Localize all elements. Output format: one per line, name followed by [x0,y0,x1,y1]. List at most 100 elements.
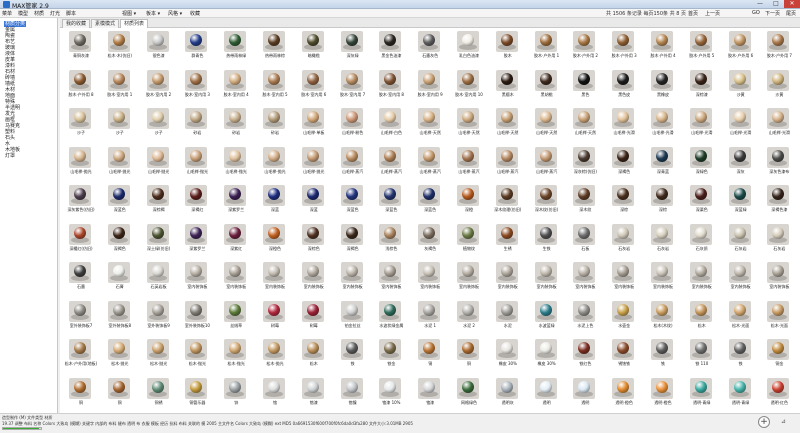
material-item[interactable]: 山毛榉·天然 [566,107,604,136]
material-item[interactable]: 群青色 [178,30,216,59]
material-item[interactable]: 深褐色 [605,146,643,175]
material-item[interactable]: 石英岩板 [140,261,178,290]
material-item[interactable]: 室内装饰板 [450,261,488,290]
material-item[interactable]: 室外装饰板10 [178,300,216,329]
material-item[interactable]: 水波状绿金属 [372,300,410,329]
material-item[interactable]: 室内装饰板 [605,261,643,290]
material-item[interactable]: 透明·橙色 [605,377,643,406]
material-item[interactable]: 山毛榉·天然 [411,107,449,136]
material-item[interactable]: 石灰岩 [722,223,760,252]
material-item[interactable]: 沙子 [101,107,139,136]
material-item[interactable]: 沙黄 [760,69,798,98]
material-item[interactable]: 室外装饰板7 [62,300,100,329]
resize-grip-icon[interactable]: ⊿ [781,418,789,426]
material-item[interactable]: 胶木·户外用 5 [683,30,721,59]
material-item[interactable]: 透明灰 [489,377,527,406]
material-item[interactable]: 水波蓝绿 [528,300,566,329]
material-item[interactable]: 植物纹 [450,223,488,252]
material-item[interactable]: 松木 [683,300,721,329]
go-button[interactable]: GO [752,10,760,16]
material-item[interactable]: 深蓝色 [101,184,139,213]
material-item[interactable]: 胶木·室内用 7 [334,69,372,98]
material-item[interactable]: 山毛榉·光滑 [722,107,760,136]
material-item[interactable]: 沙子 [140,107,178,136]
material-item[interactable]: 铬漆 10% [372,377,410,406]
material-item[interactable]: 山毛榉·白色 [372,107,410,136]
material-item[interactable]: 银色漆 [140,30,178,59]
material-item[interactable]: 松木(木纹) [644,300,682,329]
last-page-button[interactable]: 尾页 [786,10,796,17]
material-item[interactable]: 透明 [566,377,604,406]
material-item[interactable]: 石灰岩 [760,223,798,252]
material-item[interactable]: 山毛榉·抛光 [217,146,255,175]
material-item[interactable]: 深灰紫色(仿旧) [62,184,100,213]
tab-material-list[interactable]: 材质列表 [120,19,148,28]
material-item[interactable]: 山毛榉·天然 [528,107,566,136]
material-item[interactable]: 山毛榉·抛光 [101,146,139,175]
material-item[interactable]: 深蓝色 [334,184,372,213]
material-item[interactable]: 胶木·户外用 2 [566,30,604,59]
material-item[interactable]: 胶木·室内用 10 [450,69,488,98]
material-item[interactable]: 深棕 [644,184,682,213]
material-item[interactable]: 石灰岩 [605,223,643,252]
material-item[interactable]: 石墨灰色 [411,30,449,59]
material-item[interactable]: 深褐色 [101,223,139,252]
material-item[interactable]: 深蓝色 [372,184,410,213]
material-item[interactable]: 黑橡皮 [644,69,682,98]
material-item[interactable]: 石膏 [101,261,139,290]
material-item[interactable]: 铜金 [760,338,798,367]
material-item[interactable]: 铜 [101,377,139,406]
next-page-button[interactable]: 下一页 [765,10,780,17]
material-item[interactable]: 石墨 [62,261,100,290]
style-dropdown[interactable]: 风格 ▾ [168,10,182,17]
material-item[interactable]: 铜 [450,338,488,367]
material-item[interactable]: 深木纹 [566,184,604,213]
material-item[interactable]: 胶木·户外用 3 [605,30,643,59]
material-item[interactable]: 松木·抛光 [256,338,294,367]
material-item[interactable]: 铜锈 [140,377,178,406]
material-item[interactable]: 深灰 [722,146,760,175]
material-item[interactable]: 深木纹(仿旧) [528,184,566,213]
material-item[interactable]: 石板 [566,223,604,252]
material-item[interactable]: 透明·红色 [760,377,798,406]
material-item[interactable]: 橡皮 30% [489,338,527,367]
material-item[interactable]: 热带雨林绿 [217,30,255,59]
material-item[interactable]: 灰褐色 [411,223,449,252]
material-item[interactable]: 胶木·室内用 1 [101,69,139,98]
material-item[interactable]: 树莓 [256,300,294,329]
material-item[interactable]: 深棕色 [295,223,333,252]
material-item[interactable]: 山毛榉·蒸汽 [489,146,527,175]
material-item[interactable]: 丝绒草 [217,300,255,329]
material-item[interactable]: 铁 [722,338,760,367]
material-item[interactable]: 热带雨林棕 [256,30,294,59]
material-item[interactable]: 胶木·户外用 7 [760,30,798,59]
material-item[interactable]: 胶木·室内用 4 [217,69,255,98]
material-item[interactable]: 松木·户外用(地板) [62,338,100,367]
material-item[interactable]: 深灰绿 [334,30,372,59]
tab-favorites[interactable]: 我的收藏 [62,19,90,28]
material-item[interactable]: 黑色 [566,69,604,98]
material-item[interactable]: 室内装饰板 [489,261,527,290]
material-item[interactable]: 深棕漆 [683,69,721,98]
material-item[interactable]: 胶木 [489,30,527,59]
material-item[interactable]: 铁 [334,338,372,367]
material-item[interactable]: 深木纹理(仿旧) [489,184,527,213]
material-item[interactable]: 橡皮 30% [528,338,566,367]
material-item[interactable]: 黑檀木 [489,69,527,98]
material-item[interactable]: 砂岩 [178,107,216,136]
material-item[interactable]: 铬镍 [334,377,372,406]
material-item[interactable]: 深褐色 [334,223,372,252]
material-item[interactable]: 石灰质 [683,223,721,252]
sidebar-category[interactable]: 灯罩 [4,153,16,159]
material-item[interactable]: 透明·橙色 [644,377,682,406]
material-item[interactable]: 水泥上色 [566,300,604,329]
material-item[interactable]: 锌 [217,377,255,406]
material-item[interactable]: 室内装饰板 [295,261,333,290]
close-button[interactable]: ✕ [784,0,800,8]
material-item[interactable]: 深蓝 [256,184,294,213]
material-item[interactable]: 透明·青绿 [722,377,760,406]
material-item[interactable]: 松木·抛光 [217,338,255,367]
material-item[interactable]: 铬 [256,377,294,406]
tab-clay-mode[interactable]: 素模模式 [91,19,119,28]
material-item[interactable]: 室内装饰板 [334,261,372,290]
